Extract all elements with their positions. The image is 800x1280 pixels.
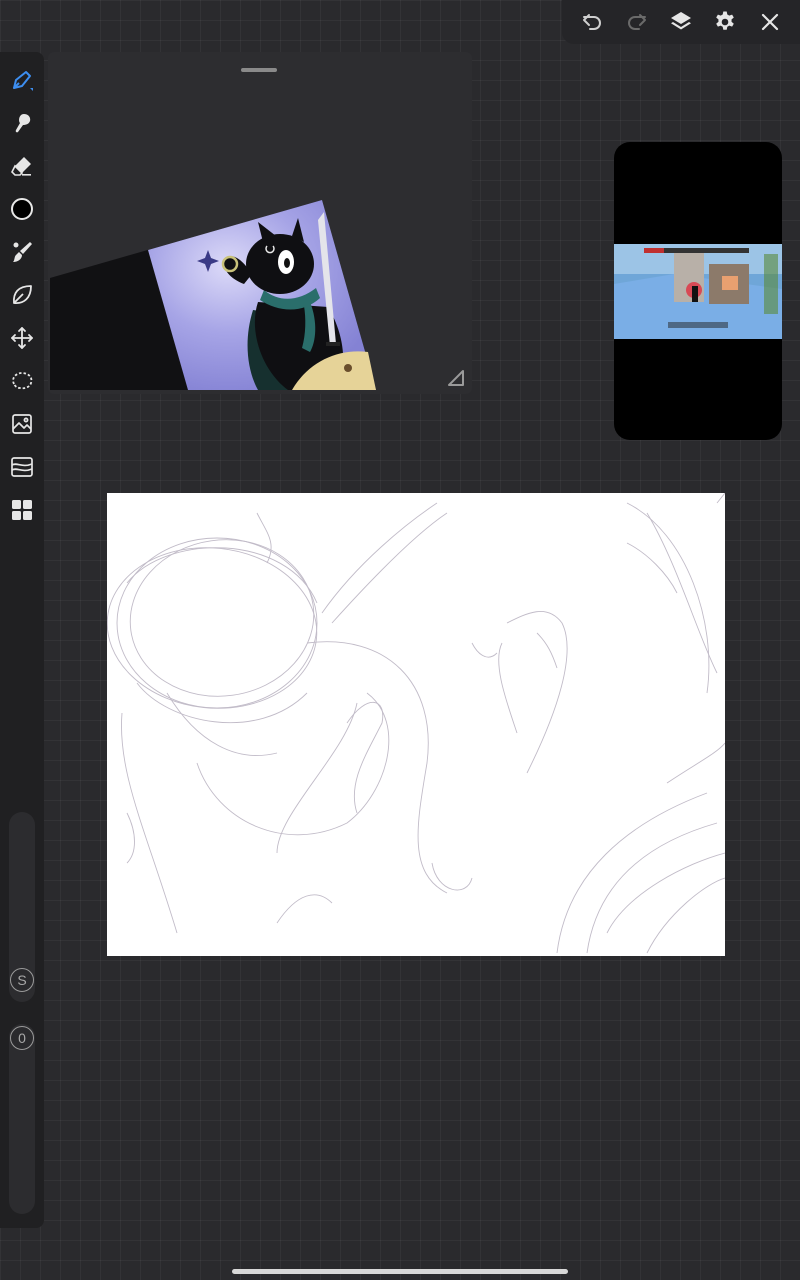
import-image-button[interactable] bbox=[6, 408, 38, 440]
resize-handle-icon[interactable] bbox=[446, 368, 466, 388]
gallery-grid-icon bbox=[12, 500, 32, 520]
reference-image bbox=[50, 200, 376, 390]
layer-adjust-icon bbox=[11, 457, 33, 477]
tool-sidebar: S 0 bbox=[0, 52, 44, 1228]
undo-button[interactable] bbox=[575, 5, 609, 39]
top-toolbar bbox=[562, 0, 800, 44]
close-icon bbox=[761, 13, 778, 31]
lasso-tool-button[interactable] bbox=[6, 365, 38, 397]
color-swatch bbox=[11, 198, 33, 220]
eraser-icon bbox=[11, 157, 31, 176]
adjustments-button[interactable] bbox=[6, 451, 38, 483]
brush-settings-button[interactable] bbox=[6, 236, 38, 268]
image-import-icon bbox=[12, 414, 32, 434]
drawing-canvas[interactable] bbox=[106, 492, 726, 956]
redo-button[interactable] bbox=[620, 5, 654, 39]
move-transform-icon bbox=[11, 327, 33, 349]
settings-button[interactable] bbox=[708, 5, 742, 39]
color-picker-button[interactable] bbox=[6, 193, 38, 225]
brush-settings-icon bbox=[13, 242, 32, 262]
smudge-icon bbox=[15, 114, 31, 133]
brush-tool-button[interactable] bbox=[6, 64, 38, 96]
layers-icon bbox=[670, 12, 691, 30]
lasso-select-icon bbox=[12, 372, 33, 390]
smudge-tool-button[interactable] bbox=[6, 107, 38, 139]
shape-tool-button[interactable] bbox=[6, 279, 38, 311]
brush-pen-icon bbox=[13, 71, 33, 91]
transform-tool-button[interactable] bbox=[6, 322, 38, 354]
layers-button[interactable] bbox=[664, 5, 698, 39]
sketch-artwork bbox=[106, 492, 726, 954]
redo-icon bbox=[627, 14, 646, 30]
size-badge: S bbox=[10, 968, 34, 992]
brush-opacity-slider[interactable] bbox=[9, 1024, 35, 1214]
reference-window[interactable] bbox=[48, 52, 472, 394]
eraser-tool-button[interactable] bbox=[6, 150, 38, 182]
leaf-shape-icon bbox=[13, 285, 32, 304]
opacity-badge: 0 bbox=[10, 1026, 34, 1050]
video-overlay[interactable] bbox=[614, 142, 782, 440]
screen-recording-preview bbox=[614, 244, 782, 339]
close-button[interactable] bbox=[753, 5, 787, 39]
undo-icon bbox=[583, 14, 602, 30]
home-indicator bbox=[232, 1269, 568, 1274]
settings-gear-icon bbox=[716, 11, 735, 30]
gallery-button[interactable] bbox=[6, 494, 38, 526]
